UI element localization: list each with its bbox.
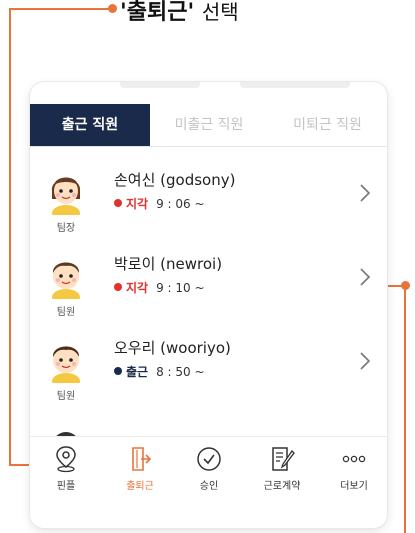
check-in-time: 8 : 50 ~ (156, 365, 205, 379)
status-bar-notch (240, 82, 350, 88)
status-dot-icon (114, 199, 122, 207)
employee-role: 팀원 (56, 391, 76, 402)
employee-role: 팀장 (56, 223, 76, 234)
nav-item-approval[interactable]: 승인 (177, 445, 241, 505)
status-label: 지각 (126, 281, 149, 295)
phone-screen: 출근 직원 미출근 직원 미퇴근 직원 팀장 손여신 (godsony) 지각 9… (30, 82, 387, 528)
status-dot-icon (114, 367, 122, 375)
nav-item-attendance[interactable]: 출퇴근 (108, 445, 172, 505)
check-in-time: 9 : 10 ~ (156, 281, 205, 295)
female-avatar-icon (51, 177, 81, 215)
employee-row[interactable]: 팀장 손여신 (godsony) 지각 9 : 06 ~ (30, 157, 387, 241)
status-label: 출근 (126, 365, 149, 379)
status-bar-notch (120, 82, 200, 88)
more-dots-icon (342, 455, 366, 463)
attendance-status: 출근 8 : 50 ~ (114, 363, 205, 380)
chevron-right-icon[interactable] (357, 351, 373, 371)
nav-item-pinple[interactable]: 핀플 (34, 445, 98, 505)
caption-highlight: '출퇴근' (120, 0, 195, 25)
employee-name: 오우리 (wooriyo) (114, 339, 231, 357)
guide-line-top (9, 8, 113, 10)
bottom-navigation: 핀플 출퇴근 승인 근로계약 더보기 (30, 436, 387, 528)
guide-line-right (404, 285, 406, 533)
male-avatar-icon (52, 262, 80, 299)
tab-checked-in[interactable]: 출근 직원 (30, 104, 150, 146)
employee-row[interactable]: 팀원 박로이 (newroi) 지각 9 : 10 ~ (30, 241, 387, 325)
location-pin-icon (56, 446, 76, 473)
check-in-time: 9 : 06 ~ (156, 197, 205, 211)
employee-tabs: 출근 직원 미출근 직원 미퇴근 직원 (30, 104, 387, 146)
status-label: 지각 (126, 197, 149, 211)
status-dot-icon (114, 283, 122, 291)
employee-name: 박로이 (newroi) (114, 255, 223, 273)
chevron-right-icon[interactable] (357, 267, 373, 287)
nav-label: 근로계약 (263, 481, 301, 492)
instruction-caption: '출퇴근' 선택 (0, 0, 415, 30)
guide-line-left (9, 8, 11, 466)
tab-not-checked-out[interactable]: 미퇴근 직원 (268, 104, 387, 146)
tabs-divider (30, 146, 387, 147)
nav-item-more[interactable]: 더보기 (322, 445, 386, 505)
status-bar (30, 82, 387, 102)
nav-label: 승인 (199, 481, 219, 492)
door-exit-icon (132, 447, 152, 471)
check-circle-icon (197, 447, 221, 471)
tab-not-checked-in[interactable]: 미출근 직원 (150, 104, 268, 146)
nav-label: 출퇴근 (126, 481, 154, 492)
nav-item-contract[interactable]: 근로계약 (250, 445, 314, 505)
employee-name: 손여신 (godsony) (114, 171, 236, 189)
nav-label: 더보기 (340, 481, 368, 492)
nav-label: 핀플 (56, 481, 76, 492)
attendance-status: 지각 9 : 10 ~ (114, 279, 205, 296)
guide-dot-caption (108, 4, 117, 13)
contract-edit-icon (272, 447, 295, 471)
employee-row[interactable]: 팀원 오우리 (wooriyo) 출근 8 : 50 ~ (30, 325, 387, 409)
male-avatar-icon (52, 346, 80, 383)
attendance-status: 지각 9 : 06 ~ (114, 195, 205, 212)
chevron-right-icon[interactable] (357, 183, 373, 203)
employee-role: 팀원 (56, 307, 76, 318)
caption-suffix: 선택 (201, 0, 239, 24)
